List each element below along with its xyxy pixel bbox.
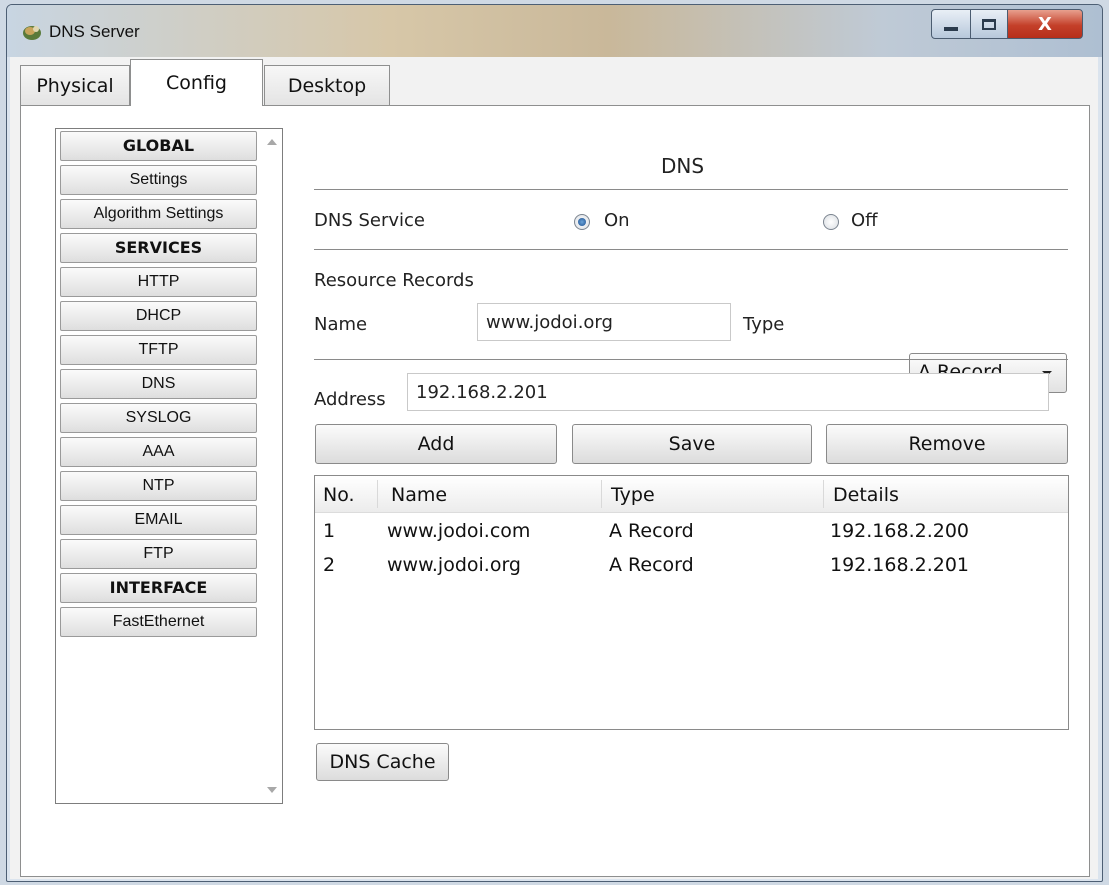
- cell-details: 192.168.2.200: [830, 520, 970, 542]
- dns-cache-button[interactable]: DNS Cache: [316, 743, 449, 781]
- cell-name: www.jodoi.com: [387, 520, 531, 542]
- dns-service-off-label: Off: [851, 210, 878, 231]
- maximize-icon: [982, 18, 996, 30]
- add-button[interactable]: Add: [315, 424, 557, 464]
- dns-server-app-icon: [23, 26, 41, 40]
- column-header-details: Details: [833, 484, 899, 506]
- title-bar[interactable]: DNS Server X: [7, 5, 1102, 57]
- minimize-icon: [944, 27, 958, 31]
- column-header-name: Name: [391, 484, 448, 506]
- type-label: Type: [743, 314, 785, 335]
- dns-records-table: No. Name Type Details 1 www.jodoi.com A …: [314, 475, 1069, 730]
- cell-name: www.jodoi.org: [387, 554, 521, 576]
- cell-type: A Record: [609, 554, 694, 576]
- column-header-type: Type: [611, 484, 655, 506]
- address-label: Address: [314, 389, 386, 410]
- column-separator[interactable]: [823, 480, 824, 508]
- divider: [314, 249, 1068, 250]
- column-header-no: No.: [323, 484, 355, 506]
- config-panel: GLOBAL Settings Algorithm Settings SERVI…: [20, 105, 1090, 877]
- column-separator[interactable]: [377, 480, 378, 508]
- minimize-button[interactable]: [931, 9, 971, 39]
- dns-service-off-radio[interactable]: [823, 214, 839, 230]
- tab-desktop[interactable]: Desktop: [264, 65, 390, 105]
- divider: [314, 189, 1068, 190]
- cell-type: A Record: [609, 520, 694, 542]
- tab-config[interactable]: Config: [130, 59, 263, 106]
- table-header: No. Name Type Details: [315, 476, 1068, 513]
- name-input[interactable]: [477, 303, 731, 341]
- app-window: DNS Server X Physical Config Desktop GLO…: [6, 4, 1103, 882]
- cell-no: 2: [323, 554, 336, 576]
- maximize-button[interactable]: [970, 9, 1008, 39]
- section-title: DNS: [661, 154, 705, 178]
- resource-records-label: Resource Records: [314, 270, 474, 291]
- address-input[interactable]: [407, 373, 1049, 411]
- tab-bar: Physical Config Desktop: [10, 57, 1098, 106]
- dns-service-on-label: On: [604, 210, 630, 231]
- window-title: DNS Server: [49, 22, 140, 41]
- cell-details: 192.168.2.201: [830, 554, 970, 576]
- divider: [314, 359, 1068, 360]
- name-label: Name: [314, 314, 368, 335]
- window-client: Physical Config Desktop GLOBAL Settings …: [10, 57, 1098, 879]
- tab-physical[interactable]: Physical: [20, 65, 130, 105]
- save-button[interactable]: Save: [572, 424, 812, 464]
- dns-service-on-radio[interactable]: [574, 214, 590, 230]
- cell-no: 1: [323, 520, 336, 542]
- column-separator[interactable]: [601, 480, 602, 508]
- dns-service-label: DNS Service: [314, 210, 425, 231]
- dns-config-area: DNS DNS Service On Off Resource Records …: [21, 106, 1089, 876]
- close-button[interactable]: X: [1007, 9, 1083, 39]
- remove-button[interactable]: Remove: [826, 424, 1068, 464]
- close-icon: X: [1038, 13, 1052, 35]
